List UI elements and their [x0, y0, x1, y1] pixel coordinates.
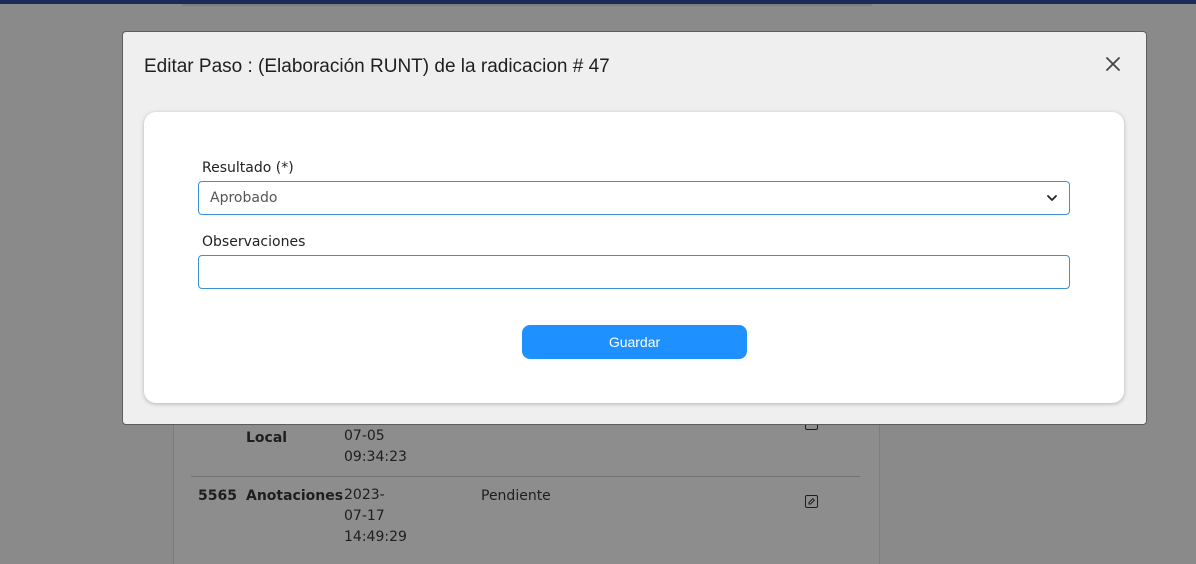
resultado-select[interactable]: Aprobado: [198, 181, 1070, 215]
close-icon[interactable]: [1103, 54, 1123, 74]
pencil-icon: [808, 497, 815, 504]
table-row: 5565 Anotaciones 2023- 07-17 14:49:29 Pe…: [191, 487, 860, 557]
table-cell-date: 2023- 07-17 14:49:29: [344, 485, 414, 548]
date-part: 14:49:29: [344, 529, 407, 545]
edit-icon[interactable]: [805, 495, 818, 508]
table-row: Local 07-05 09:34:23: [191, 417, 860, 476]
resultado-selected-value: Aprobado: [210, 190, 278, 206]
table-cell-status: Pendiente: [481, 488, 551, 504]
resultado-label: Resultado (*): [202, 160, 294, 176]
date-part: 2023-: [344, 487, 385, 503]
table-cell-id: 5565: [198, 488, 237, 504]
date-part: 07-05: [344, 428, 385, 444]
table-cell-name: Local: [246, 430, 288, 446]
observaciones-input[interactable]: [198, 255, 1070, 289]
chevron-down-icon: [1047, 195, 1057, 201]
close-button[interactable]: [1103, 54, 1123, 74]
edit-step-modal: Editar Paso : (Elaboración RUNT) de la r…: [122, 31, 1147, 425]
modal-title: Editar Paso : (Elaboración RUNT) de la r…: [144, 56, 610, 77]
date-part: 09:34:23: [344, 449, 407, 465]
table-divider: [191, 476, 860, 477]
table-cell-name: Anotaciones: [246, 488, 344, 504]
form-card: Resultado (*) Aprobado Observaciones Gua…: [144, 112, 1124, 403]
date-part: 07-17: [344, 508, 385, 524]
navbar-shadow: [182, 4, 872, 6]
save-button[interactable]: Guardar: [522, 325, 747, 359]
table-cell-date: 07-05 09:34:23: [344, 426, 414, 468]
observaciones-label: Observaciones: [202, 234, 306, 250]
